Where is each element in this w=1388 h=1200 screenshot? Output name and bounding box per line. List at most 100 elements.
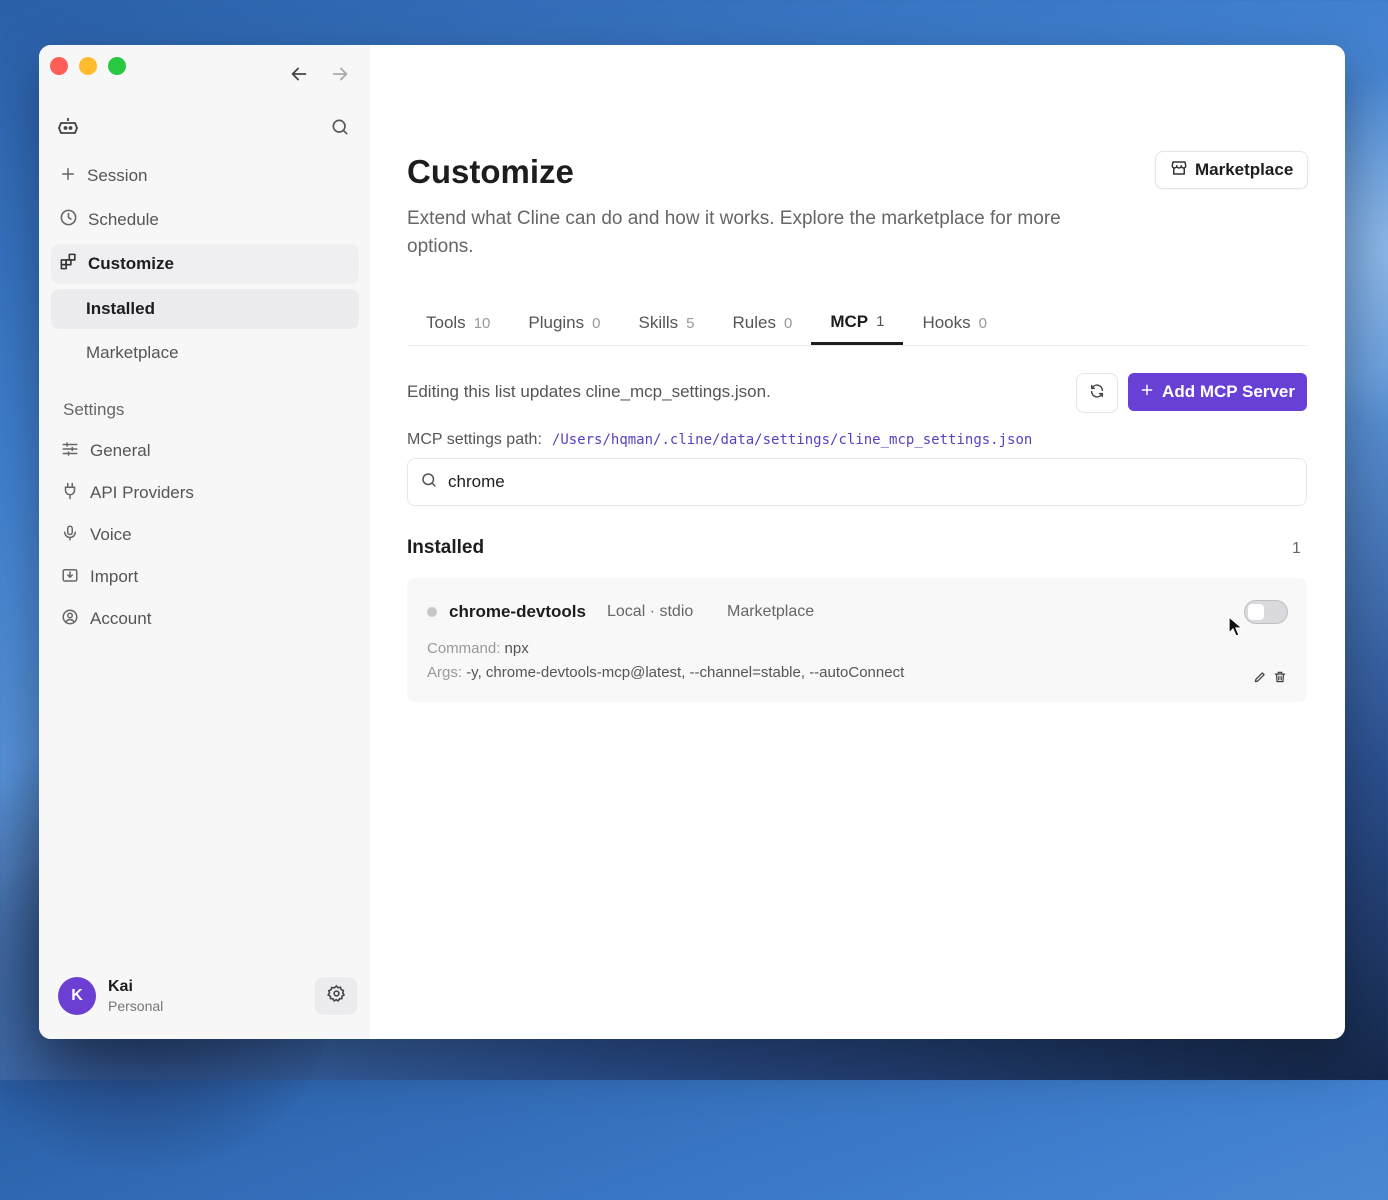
zoom-window-button[interactable] — [108, 57, 126, 75]
store-icon — [1170, 159, 1188, 182]
args-value: -y, chrome-devtools-mcp@latest, --channe… — [466, 664, 905, 681]
tab-rules[interactable]: Rules 0 — [714, 301, 812, 345]
close-window-button[interactable] — [50, 57, 68, 75]
tab-count: 5 — [686, 314, 695, 332]
nav-label: Customize — [88, 254, 174, 273]
settings-voice[interactable]: Voice — [61, 517, 132, 553]
sliders-icon — [61, 440, 79, 463]
forward-arrow-icon[interactable] — [329, 63, 351, 85]
refresh-button[interactable] — [1076, 373, 1118, 413]
tab-label: MCP — [830, 311, 869, 331]
nav-customize[interactable]: Customize — [51, 244, 359, 284]
edit-note: Editing this list updates cline_mcp_sett… — [407, 382, 771, 401]
page-title: Customize — [407, 153, 574, 190]
nav-label: Marketplace — [86, 343, 179, 362]
settings-label: Import — [90, 567, 139, 586]
user-profile[interactable]: K Kai Personal — [58, 977, 163, 1015]
path-value[interactable]: /Users/hqman/.cline/data/settings/cline_… — [552, 432, 1032, 448]
installed-count: 1 — [1292, 540, 1301, 557]
tab-count: 0 — [783, 314, 793, 332]
tab-skills[interactable]: Skills 5 — [619, 301, 713, 345]
server-meta: Local · stdio — [607, 603, 694, 620]
marketplace-button-label: Marketplace — [1195, 160, 1294, 179]
args-label: Args: — [427, 664, 463, 681]
search-icon — [420, 471, 438, 494]
search-icon[interactable] — [328, 115, 352, 139]
server-card: chrome-devtools Local · stdio Marketplac… — [407, 578, 1307, 702]
nav-label: Installed — [86, 299, 155, 318]
path-label: MCP settings path: — [407, 431, 542, 448]
plus-icon — [59, 165, 77, 188]
search-input[interactable] — [446, 471, 1250, 493]
blocks-icon — [59, 252, 78, 276]
settings-section-label: Settings — [63, 400, 125, 419]
tab-count: 0 — [978, 314, 987, 332]
settings-gear-button[interactable] — [315, 977, 357, 1015]
server-enable-toggle[interactable] — [1244, 600, 1288, 624]
command-label: Command: — [427, 640, 501, 657]
plus-icon — [1140, 382, 1154, 402]
back-arrow-icon[interactable] — [288, 63, 310, 85]
settings-account[interactable]: Account — [61, 601, 151, 637]
settings-api-providers[interactable]: API Providers — [61, 475, 194, 511]
server-command: Command: npx — [427, 640, 529, 657]
search-field[interactable] — [407, 458, 1307, 506]
user-plan: Personal — [108, 998, 164, 1014]
marketplace-button[interactable]: Marketplace — [1155, 151, 1309, 189]
page-description: Extend what Cline can do and how it work… — [407, 208, 1061, 257]
add-mcp-server-button[interactable]: Add MCP Server — [1128, 373, 1307, 411]
minimize-window-button[interactable] — [79, 57, 97, 75]
installed-heading: Installed — [407, 537, 485, 558]
tab-mcp[interactable]: MCP 1 — [811, 301, 904, 345]
tab-label: Hooks — [922, 313, 971, 332]
tab-count: 1 — [876, 313, 885, 330]
import-icon — [61, 566, 79, 589]
bot-logo-icon[interactable] — [55, 114, 81, 140]
tab-bar: Tools 10 Plugins 0 Skills 5 Rules 0 MCP 1 Hoo… — [407, 301, 1307, 346]
tab-plugins[interactable]: Plugins 0 — [509, 301, 619, 345]
tab-hooks[interactable]: Hooks 0 — [903, 301, 1006, 345]
sidebar: Session Schedule Customize Installed Mar… — [39, 45, 370, 1039]
settings-label: Account — [90, 609, 152, 628]
nav-label: Session — [87, 166, 148, 185]
tab-count: 0 — [592, 314, 601, 332]
account-icon — [61, 608, 79, 631]
status-dot — [427, 607, 437, 617]
tab-label: Plugins — [528, 313, 585, 332]
main-content: Customize Extend what Cline can do and h… — [370, 45, 1345, 1039]
server-args: Args: -y, chrome-devtools-mcp@latest, --… — [427, 664, 904, 681]
tab-count: 10 — [473, 314, 491, 332]
settings-general[interactable]: General — [61, 433, 150, 469]
nav-label: Schedule — [88, 210, 159, 229]
edit-icon[interactable] — [1253, 670, 1267, 689]
trash-icon[interactable] — [1273, 670, 1287, 689]
settings-import[interactable]: Import — [61, 559, 138, 595]
toggle-knob — [1248, 604, 1264, 620]
nav-schedule[interactable]: Schedule — [51, 200, 359, 240]
command-value: npx — [504, 640, 529, 657]
settings-label: API Providers — [90, 483, 194, 502]
gear-icon — [326, 984, 346, 1008]
tab-tools[interactable]: Tools 10 — [407, 301, 509, 345]
window-controls — [50, 57, 126, 75]
nav-session[interactable]: Session — [51, 156, 359, 196]
server-name: chrome-devtools — [449, 602, 586, 621]
server-source: Marketplace — [727, 603, 815, 620]
nav-marketplace[interactable]: Marketplace — [51, 333, 359, 373]
settings-path-row: MCP settings path: /Users/hqman/.cline/d… — [407, 431, 1032, 449]
plug-icon — [61, 482, 79, 505]
add-mcp-server-label: Add MCP Server — [1162, 382, 1295, 401]
settings-label: Voice — [90, 525, 132, 544]
avatar: K — [58, 977, 96, 1015]
nav-installed[interactable]: Installed — [51, 289, 359, 329]
tab-label: Skills — [638, 313, 679, 332]
app-window: Session Schedule Customize Installed Mar… — [39, 45, 1345, 1039]
user-name: Kai — [108, 978, 133, 995]
clock-icon — [59, 208, 78, 232]
settings-label: General — [90, 441, 151, 460]
tab-label: Tools — [426, 313, 466, 332]
mic-icon — [61, 524, 79, 547]
tab-label: Rules — [732, 313, 776, 332]
mouse-cursor-icon — [1228, 615, 1244, 643]
refresh-icon — [1089, 383, 1105, 404]
